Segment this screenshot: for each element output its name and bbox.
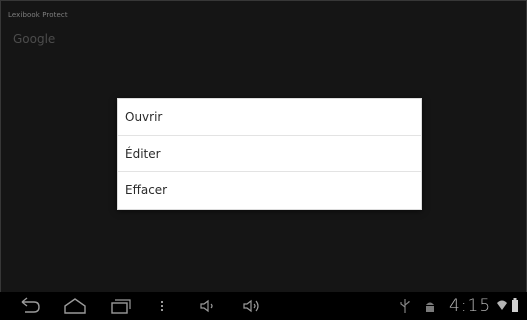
wifi-icon <box>497 300 507 310</box>
back-icon[interactable] <box>18 296 42 316</box>
volume-down-icon[interactable] <box>198 296 218 316</box>
volume-up-icon[interactable] <box>241 296 263 316</box>
context-menu: Ouvrir Éditer Effacer <box>117 98 422 210</box>
menu-dots-icon[interactable] <box>157 296 167 316</box>
menu-item-edit-label: Éditer <box>125 147 161 161</box>
battery-icon <box>512 298 518 312</box>
recent-apps-icon[interactable] <box>108 296 132 316</box>
menu-item-open[interactable]: Ouvrir <box>118 99 421 135</box>
menu-item-delete-label: Effacer <box>125 183 168 197</box>
menu-item-delete[interactable]: Effacer <box>118 171 421 208</box>
usb-icon <box>400 299 410 313</box>
menu-item-edit[interactable]: Éditer <box>118 135 421 172</box>
status-clock: 4:15 <box>449 296 492 316</box>
system-navigation-bar: 4:15 <box>0 292 527 320</box>
menu-item-open-label: Ouvrir <box>125 110 163 124</box>
android-debug-icon <box>426 302 434 312</box>
home-icon[interactable] <box>62 296 88 316</box>
